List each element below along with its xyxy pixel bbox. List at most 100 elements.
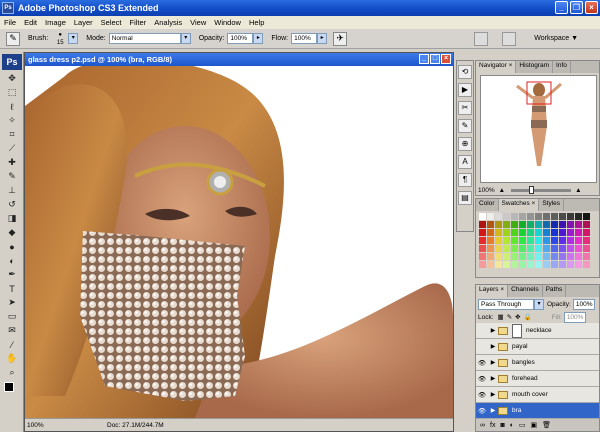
swatch[interactable] (535, 229, 542, 236)
image-canvas[interactable] (25, 66, 453, 418)
blur-tool-icon[interactable]: ● (3, 240, 21, 253)
tab-info[interactable]: Info (553, 61, 571, 73)
clone-stamp-icon[interactable]: ⊥ (3, 184, 21, 197)
swatch[interactable] (575, 221, 582, 228)
swatch[interactable] (487, 229, 494, 236)
swatch[interactable] (511, 237, 518, 244)
swatch[interactable] (575, 253, 582, 260)
swatch[interactable] (479, 261, 486, 268)
menu-analysis[interactable]: Analysis (150, 18, 186, 27)
swatch[interactable] (519, 253, 526, 260)
link-layers-icon[interactable]: ∞ (480, 422, 485, 429)
paragraph-panel-icon[interactable]: ¶ (458, 173, 472, 187)
minimize-button[interactable]: _ (555, 1, 568, 14)
menu-filter[interactable]: Filter (126, 18, 151, 27)
swatch[interactable] (543, 237, 550, 244)
workspace-menu[interactable]: Workspace ▼ (534, 35, 578, 42)
mode-select[interactable]: Normal (108, 33, 181, 44)
swatch[interactable] (503, 229, 510, 236)
swatch[interactable] (535, 221, 542, 228)
swatch[interactable] (535, 261, 542, 268)
layer-comps-icon[interactable]: ▤ (458, 191, 472, 205)
tab-navigator[interactable]: Navigator × (476, 61, 517, 73)
swatch[interactable] (575, 229, 582, 236)
swatch[interactable] (527, 237, 534, 244)
doc-close-button[interactable]: × (441, 54, 451, 64)
expand-arrow-icon[interactable]: ▶ (488, 327, 498, 334)
lock-image-icon[interactable]: ✎ (507, 313, 512, 321)
swatch[interactable] (583, 221, 590, 228)
new-layer-icon[interactable]: ▣ (531, 421, 538, 429)
swatch[interactable] (583, 245, 590, 252)
swatch[interactable] (479, 213, 486, 220)
swatch[interactable] (543, 229, 550, 236)
expand-arrow-icon[interactable]: ▶ (488, 391, 498, 398)
brush-tool-icon[interactable]: ✎ (3, 170, 21, 183)
tool-presets-icon[interactable]: ✂ (458, 101, 472, 115)
swatch[interactable] (527, 245, 534, 252)
dodge-tool-icon[interactable]: ◐ (3, 254, 21, 267)
swatch[interactable] (511, 221, 518, 228)
menu-image[interactable]: Image (41, 18, 70, 27)
swatch[interactable] (567, 229, 574, 236)
swatch[interactable] (487, 213, 494, 220)
layer-row-bangles[interactable]: 👁 ▶ bangles (476, 355, 599, 371)
swatch[interactable] (551, 245, 558, 252)
healing-brush-icon[interactable]: ✚ (3, 156, 21, 169)
history-brush-icon[interactable]: ↺ (3, 198, 21, 211)
eraser-tool-icon[interactable]: ◨ (3, 212, 21, 225)
swatch[interactable] (567, 221, 574, 228)
swatch[interactable] (567, 245, 574, 252)
blend-mode-dropdown-icon[interactable]: ▾ (534, 298, 544, 310)
swatch[interactable] (519, 229, 526, 236)
swatch[interactable] (535, 245, 542, 252)
swatch[interactable] (503, 237, 510, 244)
layer-row-necklace[interactable]: ▶ necklace (476, 323, 599, 339)
close-button[interactable]: × (585, 1, 598, 14)
swatch[interactable] (527, 221, 534, 228)
camera-icon[interactable] (502, 32, 516, 46)
swatch[interactable] (583, 213, 590, 220)
swatch[interactable] (543, 245, 550, 252)
layer-style-icon[interactable]: fx (490, 422, 495, 429)
swatch[interactable] (575, 213, 582, 220)
opacity-dropdown-icon[interactable]: ▸ (253, 33, 264, 44)
adjustment-layer-icon[interactable]: ◐ (510, 422, 514, 429)
character-panel-icon[interactable]: A (458, 155, 472, 169)
swatch[interactable] (583, 261, 590, 268)
swatch[interactable] (551, 253, 558, 260)
swatch[interactable] (551, 229, 558, 236)
swatch[interactable] (503, 213, 510, 220)
expand-arrow-icon[interactable]: ▶ (488, 375, 498, 382)
hand-tool-icon[interactable]: ✋ (3, 352, 21, 365)
swatch[interactable] (487, 261, 494, 268)
swatch[interactable] (511, 229, 518, 236)
doc-minimize-button[interactable]: _ (419, 54, 429, 64)
swatch[interactable] (519, 245, 526, 252)
layer-row-payal[interactable]: ▶ payal (476, 339, 599, 355)
swatch[interactable] (495, 213, 502, 220)
new-group-icon[interactable]: ▭ (519, 421, 526, 429)
tab-histogram[interactable]: Histogram (516, 61, 554, 73)
swatch[interactable] (567, 261, 574, 268)
swatch[interactable] (559, 237, 566, 244)
swatch[interactable] (495, 245, 502, 252)
layer-mask-thumbnail[interactable] (512, 323, 522, 338)
swatch[interactable] (543, 221, 550, 228)
opacity-field[interactable]: 100% (227, 33, 254, 44)
paint-bucket-icon[interactable]: ◆ (3, 226, 21, 239)
marquee-tool-icon[interactable]: ⬚ (3, 86, 21, 99)
blend-mode-select[interactable]: Pass Through (478, 298, 534, 310)
eye-icon[interactable]: 👁 (476, 359, 488, 367)
swatch[interactable] (535, 253, 542, 260)
swatch[interactable] (527, 261, 534, 268)
swatch[interactable] (479, 237, 486, 244)
add-mask-icon[interactable]: ◙ (500, 422, 504, 429)
swatch[interactable] (575, 245, 582, 252)
swatch[interactable] (487, 237, 494, 244)
expand-arrow-icon[interactable]: ▶ (488, 407, 498, 414)
crop-tool-icon[interactable]: ⌗ (3, 128, 21, 141)
swatch[interactable] (519, 221, 526, 228)
swatch[interactable] (575, 261, 582, 268)
swatch[interactable] (559, 245, 566, 252)
